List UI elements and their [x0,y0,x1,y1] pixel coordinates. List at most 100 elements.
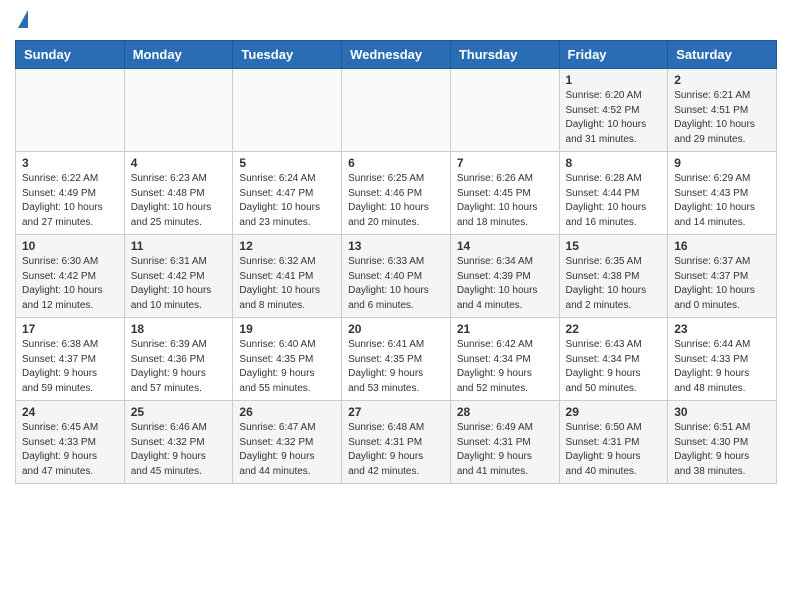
calendar-week-3: 10 Sunrise: 6:30 AM Sunset: 4:42 PM Dayli… [16,235,777,318]
day-info: Sunrise: 6:20 AM Sunset: 4:52 PM Dayligh… [566,89,662,147]
day-info: Sunrise: 6:41 AM Sunset: 4:35 PM Dayligh… [348,338,444,396]
day-info: Sunrise: 6:28 AM Sunset: 4:44 PM Dayligh… [566,172,662,230]
day-number: 16 [674,239,770,253]
day-info: Sunrise: 6:34 AM Sunset: 4:39 PM Dayligh… [457,255,553,313]
logo-triangle-icon [18,10,28,28]
day-number: 23 [674,322,770,336]
calendar-cell: 16 Sunrise: 6:37 AM Sunset: 4:37 PM Dayli… [668,235,777,318]
weekday-header-friday: Friday [559,41,668,69]
calendar-cell: 7Sunrise: 6:26 AM Sunset: 4:45 PM Daylig… [450,152,559,235]
day-info: Sunrise: 6:42 AM Sunset: 4:34 PM Dayligh… [457,338,553,396]
calendar-cell [342,69,451,152]
day-info: Sunrise: 6:44 AM Sunset: 4:33 PM Dayligh… [674,338,770,396]
day-info: Sunrise: 6:51 AM Sunset: 4:30 PM Dayligh… [674,421,770,479]
calendar-cell [16,69,125,152]
day-number: 18 [131,322,227,336]
calendar-cell: 13 Sunrise: 6:33 AM Sunset: 4:40 PM Dayli… [342,235,451,318]
day-info: Sunrise: 6:32 AM Sunset: 4:41 PM Dayligh… [239,255,335,313]
day-number: 9 [674,156,770,170]
calendar-cell: 28Sunrise: 6:49 AM Sunset: 4:31 PM Dayli… [450,401,559,484]
calendar-cell: 2 Sunrise: 6:21 AM Sunset: 4:51 PM Daylig… [668,69,777,152]
day-number: 10 [22,239,118,253]
day-number: 26 [239,405,335,419]
day-number: 28 [457,405,553,419]
day-number: 8 [566,156,662,170]
day-info: Sunrise: 6:48 AM Sunset: 4:31 PM Dayligh… [348,421,444,479]
calendar-cell: 25 Sunrise: 6:46 AM Sunset: 4:32 PM Dayli… [124,401,233,484]
day-number: 1 [566,73,662,87]
calendar-cell: 19Sunrise: 6:40 AM Sunset: 4:35 PM Dayli… [233,318,342,401]
calendar-cell: 29 Sunrise: 6:50 AM Sunset: 4:31 PM Dayli… [559,401,668,484]
weekday-header-sunday: Sunday [16,41,125,69]
day-number: 21 [457,322,553,336]
day-info: Sunrise: 6:33 AM Sunset: 4:40 PM Dayligh… [348,255,444,313]
day-number: 22 [566,322,662,336]
weekday-header-thursday: Thursday [450,41,559,69]
day-number: 24 [22,405,118,419]
calendar-cell: 23 Sunrise: 6:44 AM Sunset: 4:33 PM Dayli… [668,318,777,401]
calendar-cell [233,69,342,152]
day-number: 4 [131,156,227,170]
day-info: Sunrise: 6:39 AM Sunset: 4:36 PM Dayligh… [131,338,227,396]
header [15,10,777,30]
calendar-cell: 12 Sunrise: 6:32 AM Sunset: 4:41 PM Dayli… [233,235,342,318]
calendar-cell: 21 Sunrise: 6:42 AM Sunset: 4:34 PM Dayli… [450,318,559,401]
day-info: Sunrise: 6:37 AM Sunset: 4:37 PM Dayligh… [674,255,770,313]
day-number: 27 [348,405,444,419]
calendar-cell [450,69,559,152]
day-number: 29 [566,405,662,419]
calendar-cell: 14 Sunrise: 6:34 AM Sunset: 4:39 PM Dayli… [450,235,559,318]
calendar-cell: 20 Sunrise: 6:41 AM Sunset: 4:35 PM Dayli… [342,318,451,401]
day-number: 3 [22,156,118,170]
calendar-cell: 9 Sunrise: 6:29 AM Sunset: 4:43 PM Daylig… [668,152,777,235]
calendar-table: SundayMondayTuesdayWednesdayThursdayFrid… [15,40,777,484]
day-info: Sunrise: 6:24 AM Sunset: 4:47 PM Dayligh… [239,172,335,230]
calendar-cell: 10 Sunrise: 6:30 AM Sunset: 4:42 PM Dayli… [16,235,125,318]
day-info: Sunrise: 6:22 AM Sunset: 4:49 PM Dayligh… [22,172,118,230]
calendar-cell: 24 Sunrise: 6:45 AM Sunset: 4:33 PM Dayli… [16,401,125,484]
calendar-week-4: 17 Sunrise: 6:38 AM Sunset: 4:37 PM Dayli… [16,318,777,401]
calendar-cell: 30 Sunrise: 6:51 AM Sunset: 4:30 PM Dayli… [668,401,777,484]
day-number: 20 [348,322,444,336]
day-number: 5 [239,156,335,170]
day-number: 17 [22,322,118,336]
day-info: Sunrise: 6:47 AM Sunset: 4:32 PM Dayligh… [239,421,335,479]
day-number: 11 [131,239,227,253]
calendar-cell: 22 Sunrise: 6:43 AM Sunset: 4:34 PM Dayli… [559,318,668,401]
calendar-week-5: 24 Sunrise: 6:45 AM Sunset: 4:33 PM Dayli… [16,401,777,484]
day-number: 2 [674,73,770,87]
day-info: Sunrise: 6:30 AM Sunset: 4:42 PM Dayligh… [22,255,118,313]
calendar-cell: 4 Sunrise: 6:23 AM Sunset: 4:48 PM Daylig… [124,152,233,235]
day-number: 30 [674,405,770,419]
calendar-cell: 1 Sunrise: 6:20 AM Sunset: 4:52 PM Daylig… [559,69,668,152]
day-number: 13 [348,239,444,253]
day-info: Sunrise: 6:23 AM Sunset: 4:48 PM Dayligh… [131,172,227,230]
calendar-cell: 3 Sunrise: 6:22 AM Sunset: 4:49 PM Daylig… [16,152,125,235]
day-info: Sunrise: 6:31 AM Sunset: 4:42 PM Dayligh… [131,255,227,313]
day-info: Sunrise: 6:50 AM Sunset: 4:31 PM Dayligh… [566,421,662,479]
day-number: 15 [566,239,662,253]
calendar-cell: 27 Sunrise: 6:48 AM Sunset: 4:31 PM Dayli… [342,401,451,484]
day-info: Sunrise: 6:21 AM Sunset: 4:51 PM Dayligh… [674,89,770,147]
day-info: Sunrise: 6:43 AM Sunset: 4:34 PM Dayligh… [566,338,662,396]
weekday-header-tuesday: Tuesday [233,41,342,69]
calendar-cell: 11 Sunrise: 6:31 AM Sunset: 4:42 PM Dayli… [124,235,233,318]
day-number: 6 [348,156,444,170]
calendar-cell: 6 Sunrise: 6:25 AM Sunset: 4:46 PM Daylig… [342,152,451,235]
day-number: 12 [239,239,335,253]
day-number: 14 [457,239,553,253]
day-info: Sunrise: 6:40 AM Sunset: 4:35 PM Dayligh… [239,338,335,396]
day-info: Sunrise: 6:46 AM Sunset: 4:32 PM Dayligh… [131,421,227,479]
day-info: Sunrise: 6:45 AM Sunset: 4:33 PM Dayligh… [22,421,118,479]
day-info: Sunrise: 6:25 AM Sunset: 4:46 PM Dayligh… [348,172,444,230]
page: SundayMondayTuesdayWednesdayThursdayFrid… [0,0,792,499]
day-info: Sunrise: 6:38 AM Sunset: 4:37 PM Dayligh… [22,338,118,396]
calendar-week-2: 3 Sunrise: 6:22 AM Sunset: 4:49 PM Daylig… [16,152,777,235]
day-info: Sunrise: 6:29 AM Sunset: 4:43 PM Dayligh… [674,172,770,230]
calendar-week-1: 1 Sunrise: 6:20 AM Sunset: 4:52 PM Daylig… [16,69,777,152]
calendar-cell: 17 Sunrise: 6:38 AM Sunset: 4:37 PM Dayli… [16,318,125,401]
calendar-cell: 18 Sunrise: 6:39 AM Sunset: 4:36 PM Dayli… [124,318,233,401]
day-number: 25 [131,405,227,419]
weekday-header-monday: Monday [124,41,233,69]
calendar-header-row: SundayMondayTuesdayWednesdayThursdayFrid… [16,41,777,69]
